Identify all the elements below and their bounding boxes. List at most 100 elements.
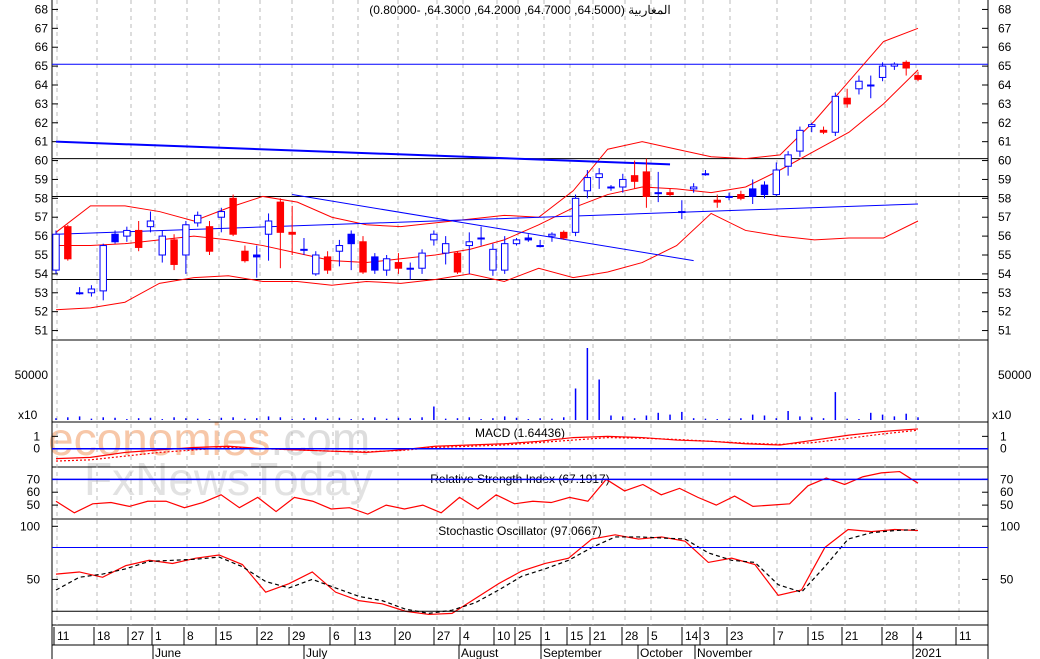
price-tick-label-right: 58 — [998, 191, 1012, 205]
candle-body — [371, 256, 379, 271]
price-tick-label-right: 67 — [998, 21, 1012, 35]
candle-body — [52, 233, 60, 271]
price-tick-label-left: 66 — [35, 40, 49, 54]
candle-body — [241, 250, 249, 262]
price-tick-label-left: 62 — [35, 116, 49, 130]
candle-body — [902, 61, 910, 69]
price-tick-label-right: 63 — [998, 97, 1012, 111]
date-label: 18 — [97, 629, 111, 643]
price-tick-label-left: 68 — [35, 2, 49, 16]
candle-body — [418, 252, 426, 269]
candle-body — [796, 129, 804, 152]
price-tick-label-right: 52 — [998, 305, 1012, 319]
candle-body — [87, 288, 96, 294]
price-tick-label-left: 57 — [35, 210, 49, 224]
candle-body — [477, 237, 485, 240]
candle-body — [560, 231, 568, 239]
candle-body — [512, 239, 521, 245]
date-label: 27 — [131, 629, 145, 643]
candle-body — [264, 220, 273, 235]
month-label: October — [640, 646, 683, 659]
candle-body — [843, 97, 851, 105]
price-tick-label-left: 63 — [35, 97, 49, 111]
date-label: 27 — [437, 629, 451, 643]
tick-label-right: 50 — [1000, 572, 1014, 586]
date-label: 15 — [219, 629, 233, 643]
date-label: 15 — [811, 629, 825, 643]
tick-label-left: 0 — [33, 442, 40, 456]
price-tick-label-left: 65 — [35, 59, 49, 73]
candle-body — [713, 199, 721, 203]
tick-label-left: 50 — [27, 572, 41, 586]
candle-body — [134, 229, 143, 248]
date-label: 29 — [292, 629, 306, 643]
price-tick-label-right: 66 — [998, 40, 1012, 54]
candle-body — [276, 201, 285, 233]
month-label: September — [543, 646, 602, 659]
candle-body — [867, 84, 875, 87]
price-tick-label-right: 65 — [998, 59, 1012, 73]
volume-tick-label: 50000 — [15, 368, 49, 382]
candle-body — [146, 220, 155, 228]
date-label: 28 — [625, 629, 639, 643]
date-label: 28 — [885, 629, 899, 643]
price-tick-label-left: 58 — [35, 191, 49, 205]
candle-body — [99, 245, 107, 292]
date-label: 22 — [260, 629, 274, 643]
candle-body — [725, 195, 733, 198]
tick-label-left: 50 — [27, 498, 41, 512]
candle-body — [394, 262, 403, 269]
candle-body — [300, 248, 308, 251]
price-tick-label-left: 52 — [35, 305, 49, 319]
tick-label-left: 70 — [27, 472, 41, 486]
candle-body — [489, 248, 497, 271]
candle-body — [760, 184, 769, 196]
candle-body — [441, 243, 450, 254]
candle-body — [75, 292, 84, 295]
stochastic-d-line — [55, 528, 919, 614]
date-label: 14 — [685, 629, 699, 643]
price-tick-label-left: 51 — [35, 324, 49, 338]
volume-scale-left: x10 — [18, 408, 38, 422]
candle-body — [123, 229, 131, 237]
price-tick-label-right: 53 — [998, 286, 1012, 300]
candle-body — [784, 154, 792, 167]
price-tick-label-right: 61 — [998, 135, 1012, 149]
price-tick-label-left: 53 — [35, 286, 49, 300]
date-label: 7 — [777, 629, 784, 643]
candle-body — [253, 254, 261, 258]
candle-body — [64, 226, 72, 260]
candle-body — [914, 75, 922, 80]
month-label: June — [155, 646, 181, 659]
candle-body — [312, 254, 320, 275]
candle-body — [689, 186, 698, 190]
candle-body — [666, 192, 674, 196]
tick-label-right: 100 — [1000, 519, 1020, 533]
date-label: 4 — [463, 629, 470, 643]
candle-body — [453, 252, 462, 273]
candle-body — [607, 186, 615, 189]
price-tick-label-right: 68 — [998, 2, 1012, 16]
candle-body — [111, 233, 119, 243]
price-tick-label-right: 59 — [998, 172, 1012, 186]
candle-body — [654, 192, 662, 195]
candle-body — [819, 129, 828, 133]
tick-label-right: 50 — [1000, 498, 1014, 512]
trendline — [55, 140, 671, 166]
date-label: 1 — [544, 629, 551, 643]
price-tick-label-right: 55 — [998, 248, 1012, 262]
candle-body — [382, 258, 391, 271]
price-tick-label-left: 60 — [35, 154, 49, 168]
date-label: 8 — [187, 629, 194, 643]
candle-body — [619, 178, 627, 188]
date-label: 25 — [518, 629, 532, 643]
price-tick-label-right: 57 — [998, 210, 1012, 224]
date-label: 11 — [57, 629, 70, 643]
candle-body — [808, 124, 816, 128]
volume-scale-right: x10 — [992, 408, 1012, 422]
price-tick-label-left: 56 — [35, 229, 49, 243]
date-label: 4 — [916, 629, 923, 643]
price-tick-label-left: 54 — [35, 267, 49, 281]
candle-body — [430, 233, 438, 241]
price-tick-label-right: 51 — [998, 324, 1012, 338]
